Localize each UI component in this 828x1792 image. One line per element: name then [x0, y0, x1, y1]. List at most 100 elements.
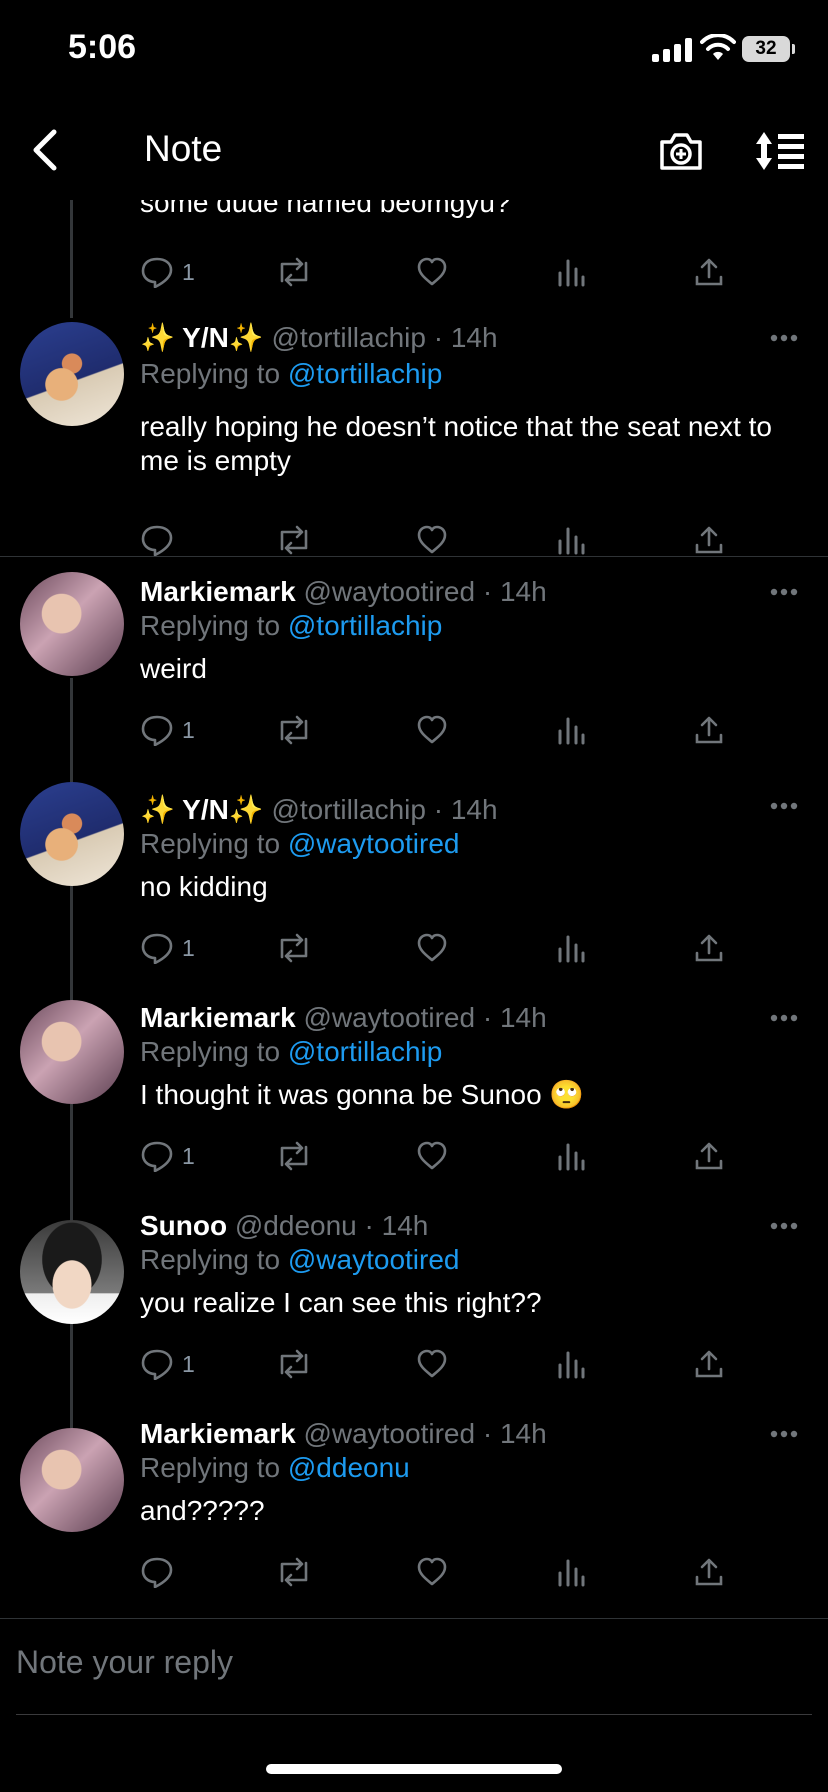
like-button[interactable]	[416, 928, 448, 968]
author-handle[interactable]: @ddeonu	[235, 1210, 357, 1241]
more-icon[interactable]	[770, 1430, 798, 1438]
share-button[interactable]	[694, 1552, 724, 1592]
like-button[interactable]	[416, 520, 448, 560]
author-handle[interactable]: @waytootired	[303, 576, 475, 607]
views-icon	[558, 1351, 585, 1379]
avatar[interactable]	[20, 1428, 124, 1532]
retweet-button[interactable]	[276, 1344, 312, 1384]
author-name[interactable]: Markiemark	[140, 1002, 296, 1033]
replying-prefix: Replying to	[140, 1244, 281, 1275]
more-icon[interactable]	[770, 334, 798, 342]
reply-input[interactable]: Note your reply	[16, 1644, 233, 1681]
camera-plus-icon[interactable]	[658, 130, 704, 172]
mention-link[interactable]: @ddeonu	[288, 1452, 410, 1483]
more-icon[interactable]	[770, 1222, 798, 1230]
reply-icon	[141, 1141, 173, 1172]
avatar[interactable]	[20, 782, 124, 886]
separator: ·	[433, 794, 444, 825]
like-icon	[417, 1349, 447, 1378]
post[interactable]: ✨ Y/N✨ @tortillachip · 14h Replying to @…	[0, 782, 828, 990]
action-row	[140, 1552, 723, 1592]
post[interactable]: Markiemark @waytootired · 14h Replying t…	[0, 572, 828, 772]
replying-prefix: Replying to	[140, 828, 281, 859]
reply-button[interactable]: 1	[140, 1344, 195, 1384]
author-handle[interactable]: @tortillachip	[271, 322, 425, 353]
author-name[interactable]: Markiemark	[140, 576, 296, 607]
share-button[interactable]	[694, 1344, 724, 1384]
replying-prefix: Replying to	[140, 358, 281, 389]
action-row: 1	[140, 1136, 723, 1176]
retweet-button[interactable]	[276, 710, 312, 750]
views-button[interactable]	[556, 1344, 586, 1384]
like-button[interactable]	[416, 1552, 448, 1592]
author-handle[interactable]: @waytootired	[303, 1418, 475, 1449]
share-icon	[695, 1350, 723, 1378]
thread: some dude named beomgyu? 1 ✨ Y/N✨ @torti…	[0, 200, 828, 1618]
mention-link[interactable]: @waytootired	[288, 1244, 460, 1275]
reply-icon	[141, 257, 173, 288]
author-name[interactable]: ✨ Y/N✨	[140, 794, 264, 825]
author-name[interactable]: Sunoo	[140, 1210, 227, 1241]
share-button[interactable]	[694, 520, 724, 560]
reply-button[interactable]	[140, 1552, 182, 1592]
reply-button[interactable]: 1	[140, 252, 195, 292]
reply-button[interactable]: 1	[140, 1136, 195, 1176]
retweet-button[interactable]	[276, 252, 312, 292]
avatar[interactable]	[20, 1000, 124, 1104]
share-button[interactable]	[694, 252, 724, 292]
retweet-button[interactable]	[276, 1552, 312, 1592]
mention-link[interactable]: @tortillachip	[288, 610, 442, 641]
retweet-button[interactable]	[276, 1136, 312, 1176]
more-icon[interactable]	[770, 802, 798, 810]
share-icon	[695, 716, 723, 744]
post[interactable]: Markiemark @waytootired · 14h Replying t…	[0, 1414, 828, 1614]
share-button[interactable]	[694, 710, 724, 750]
like-button[interactable]	[416, 710, 448, 750]
post-text: really hoping he doesn’t notice that the…	[140, 411, 772, 476]
reply-count: 1	[182, 934, 195, 961]
views-button[interactable]	[556, 252, 586, 292]
author-handle[interactable]: @tortillachip	[271, 794, 425, 825]
views-icon	[558, 527, 585, 555]
more-icon[interactable]	[770, 1014, 798, 1022]
like-button[interactable]	[416, 252, 448, 292]
share-button[interactable]	[694, 1136, 724, 1176]
home-indicator[interactable]	[266, 1764, 562, 1774]
more-icon[interactable]	[770, 588, 798, 596]
post-text: weird	[140, 653, 207, 684]
mention-link[interactable]: @tortillachip	[288, 358, 442, 389]
post[interactable]: Sunoo @ddeonu · 14h Replying to @waytoot…	[0, 1206, 828, 1406]
post-time: 14h	[499, 1002, 547, 1033]
views-button[interactable]	[556, 1552, 586, 1592]
author-name[interactable]: Markiemark	[140, 1418, 296, 1449]
author-name[interactable]: ✨ Y/N✨	[140, 322, 264, 353]
reply-button[interactable]: 1	[140, 710, 195, 750]
retweet-button[interactable]	[276, 520, 312, 560]
views-button[interactable]	[556, 710, 586, 750]
post[interactable]: Markiemark @waytootired · 14h Replying t…	[0, 998, 828, 1198]
reply-button[interactable]: 1	[140, 928, 195, 968]
like-icon	[417, 1557, 447, 1586]
avatar[interactable]	[20, 1220, 124, 1324]
nav-bar: Note	[0, 100, 828, 200]
separator: ·	[482, 1418, 493, 1449]
mention-link[interactable]: @tortillachip	[288, 1036, 442, 1067]
views-button[interactable]	[556, 520, 586, 560]
retweet-button[interactable]	[276, 928, 312, 968]
author-handle[interactable]: @waytootired	[303, 1002, 475, 1033]
like-button[interactable]	[416, 1344, 448, 1384]
avatar[interactable]	[20, 322, 124, 426]
like-button[interactable]	[416, 1136, 448, 1176]
post[interactable]: ✨ Y/N✨ @tortillachip · 14h Replying to @…	[0, 318, 828, 558]
avatar[interactable]	[20, 572, 124, 676]
share-button[interactable]	[694, 928, 724, 968]
reply-count: 1	[182, 1350, 195, 1377]
views-button[interactable]	[556, 1136, 586, 1176]
back-arrow-icon[interactable]	[26, 126, 66, 174]
reply-button[interactable]	[140, 520, 182, 560]
post-header: Markiemark @waytootired · 14h	[140, 998, 547, 1038]
replying-to: Replying to @tortillachip	[140, 1034, 442, 1070]
views-button[interactable]	[556, 928, 586, 968]
mention-link[interactable]: @waytootired	[288, 828, 460, 859]
sort-icon[interactable]	[754, 130, 806, 172]
